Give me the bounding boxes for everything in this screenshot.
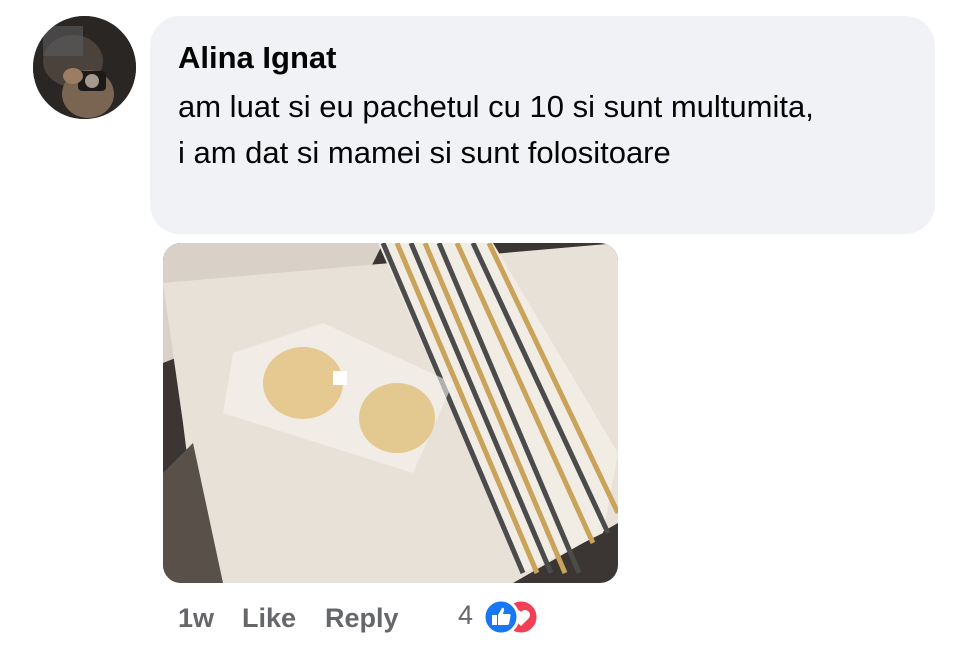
like-button[interactable]: Like bbox=[242, 603, 296, 634]
attached-photo-image bbox=[163, 243, 618, 583]
comment-bubble: Alina Ignat am luat si eu pachetul cu 10… bbox=[150, 16, 935, 234]
timestamp[interactable]: 1w bbox=[178, 603, 214, 634]
comment-author[interactable]: Alina Ignat bbox=[178, 38, 907, 78]
reaction-summary[interactable] bbox=[478, 598, 558, 638]
like-reaction-icon bbox=[482, 598, 520, 641]
avatar[interactable] bbox=[33, 16, 136, 119]
reaction-count[interactable]: 4 bbox=[458, 600, 473, 631]
avatar-photo-icon bbox=[33, 16, 136, 119]
comment-text: am luat si eu pachetul cu 10 si sunt mul… bbox=[178, 89, 814, 170]
reply-button[interactable]: Reply bbox=[325, 603, 399, 634]
comment-photo[interactable] bbox=[163, 243, 618, 583]
